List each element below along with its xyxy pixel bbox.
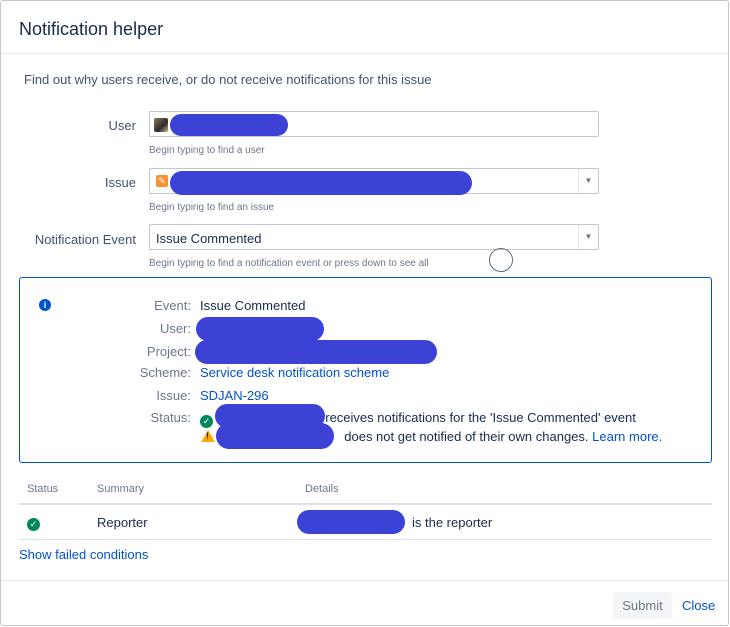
user-label: User xyxy=(108,118,136,133)
event-key: Event: xyxy=(154,298,191,313)
event-value: Issue Commented xyxy=(156,231,262,246)
project-key: Project: xyxy=(146,344,191,359)
issue-label: Issue xyxy=(104,175,136,190)
redacted-reporter xyxy=(297,510,405,534)
issue-field[interactable]: ✎ ▼ xyxy=(149,168,599,195)
row-details-text: is the reporter xyxy=(412,514,493,530)
table-row: ✓ Reporter is the reporter xyxy=(19,504,712,540)
notification-helper-dialog: Notification helper Find out why users r… xyxy=(0,0,729,626)
user-avatar xyxy=(154,118,168,132)
issue-key: Issue: xyxy=(156,388,191,403)
submit-button[interactable]: Submit xyxy=(613,592,672,619)
user-hint: Begin typing to find a user xyxy=(149,145,265,156)
row-summary: Reporter xyxy=(89,504,297,540)
close-link[interactable]: Close xyxy=(682,598,715,613)
redacted-issue-name xyxy=(170,171,472,195)
issue-hint: Begin typing to find an issue xyxy=(149,202,275,213)
info-panel: i Event: Issue Commented User: Project: … xyxy=(19,277,712,463)
redacted-user-name xyxy=(170,114,288,136)
user-key: User: xyxy=(159,321,191,336)
chevron-down-icon[interactable]: ▼ xyxy=(578,169,598,193)
scheme-link[interactable]: Service desk notification scheme xyxy=(200,365,389,380)
col-summary: Summary xyxy=(89,479,297,505)
scheme-key: Scheme: xyxy=(139,365,191,380)
event-val: Issue Commented xyxy=(200,298,306,313)
learn-more-link[interactable]: Learn more. xyxy=(592,429,662,444)
warning-icon xyxy=(201,430,215,442)
status-key: Status: xyxy=(150,410,191,425)
status-line-1-text: receives notifications for the 'Issue Co… xyxy=(325,410,636,425)
results-table: Status Summary Details ✓ Reporter is the… xyxy=(19,479,712,540)
notification-event-select[interactable]: Issue Commented ▼ xyxy=(149,224,599,250)
dialog-footer: Submit Close xyxy=(1,580,728,627)
col-details: Details xyxy=(297,479,712,505)
col-status: Status xyxy=(19,479,89,505)
check-circle-icon: ✓ xyxy=(27,518,40,531)
row-status: ✓ xyxy=(19,504,89,540)
dialog-header: Notification helper xyxy=(1,1,728,54)
check-circle-icon: ✓ xyxy=(200,415,213,428)
redacted-project xyxy=(195,340,437,364)
issue-type-icon: ✎ xyxy=(156,175,168,187)
mouse-cursor-indicator xyxy=(489,248,513,272)
row-details: is the reporter xyxy=(297,504,712,540)
status-line-2-text: does not get notified of their own chang… xyxy=(344,429,589,444)
info-icon: i xyxy=(39,299,51,311)
event-hint: Begin typing to find a notification even… xyxy=(149,258,429,269)
dialog-title: Notification helper xyxy=(19,19,164,39)
chevron-down-icon[interactable]: ▼ xyxy=(578,225,598,249)
user-field[interactable] xyxy=(149,111,599,137)
show-failed-conditions-link[interactable]: Show failed conditions xyxy=(19,547,148,562)
table-header-row: Status Summary Details xyxy=(19,479,712,505)
redacted-user xyxy=(196,317,324,341)
intro-text: Find out why users receive, or do not re… xyxy=(24,72,432,87)
issue-link[interactable]: SDJAN-296 xyxy=(200,388,269,403)
redacted-status-user-2 xyxy=(216,423,334,449)
event-label: Notification Event xyxy=(34,232,136,247)
